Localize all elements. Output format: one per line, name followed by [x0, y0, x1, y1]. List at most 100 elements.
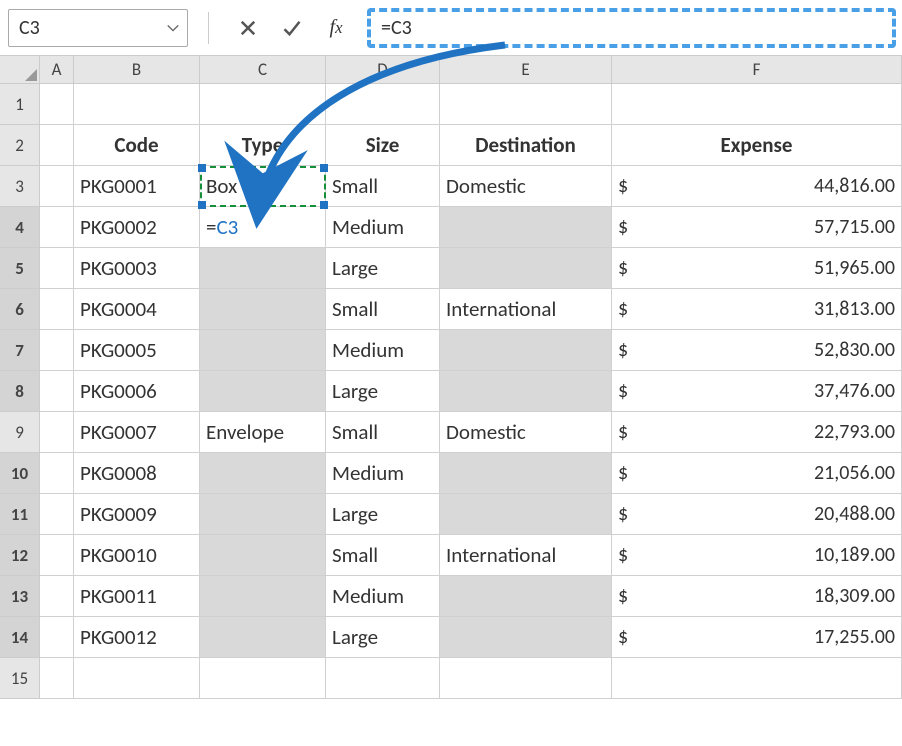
cell-type[interactable]: [200, 617, 326, 658]
cell-destination[interactable]: [440, 207, 612, 248]
cell[interactable]: [40, 166, 74, 207]
table-header[interactable]: Destination: [440, 125, 612, 166]
col-header-A[interactable]: A: [40, 56, 74, 84]
cell-destination[interactable]: [440, 371, 612, 412]
name-box[interactable]: C3: [8, 9, 188, 47]
col-header-D[interactable]: D: [326, 56, 440, 84]
cell-destination[interactable]: [440, 84, 612, 125]
cell[interactable]: [40, 125, 74, 166]
cell[interactable]: [40, 371, 74, 412]
cell[interactable]: [40, 617, 74, 658]
cell-destination[interactable]: International: [440, 289, 612, 330]
cell-code[interactable]: PKG0007: [74, 412, 200, 453]
cell-code[interactable]: [74, 84, 200, 125]
cell-size[interactable]: Small: [326, 166, 440, 207]
cell[interactable]: [40, 84, 74, 125]
cell-destination[interactable]: [440, 576, 612, 617]
cell-size[interactable]: [326, 658, 440, 699]
row-header[interactable]: 13: [0, 576, 40, 617]
cell-code[interactable]: PKG0005: [74, 330, 200, 371]
cell-type[interactable]: [200, 576, 326, 617]
spreadsheet-grid[interactable]: A B C D E F 12CodeTypeSizeDestinationExp…: [0, 56, 902, 699]
cell-expense[interactable]: $57,715.00: [612, 207, 902, 248]
cell-type[interactable]: Envelope: [200, 412, 326, 453]
cell-size[interactable]: Small: [326, 412, 440, 453]
cell-destination[interactable]: [440, 617, 612, 658]
cell-size[interactable]: Medium: [326, 330, 440, 371]
row-header[interactable]: 11: [0, 494, 40, 535]
col-header-C[interactable]: C: [200, 56, 326, 84]
row-header[interactable]: 10: [0, 453, 40, 494]
cell-type[interactable]: [200, 535, 326, 576]
cell-expense[interactable]: $51,965.00: [612, 248, 902, 289]
cell-destination[interactable]: [440, 658, 612, 699]
cell-destination[interactable]: [440, 330, 612, 371]
row-header[interactable]: 2: [0, 125, 40, 166]
row-header[interactable]: 8: [0, 371, 40, 412]
row-header[interactable]: 3: [0, 166, 40, 207]
cell-expense[interactable]: $18,309.00: [612, 576, 902, 617]
col-header-B[interactable]: B: [74, 56, 200, 84]
cell-destination[interactable]: Domestic: [440, 166, 612, 207]
insert-function-button[interactable]: fx: [317, 9, 355, 47]
cell-type[interactable]: [200, 84, 326, 125]
cell-expense[interactable]: $20,488.00: [612, 494, 902, 535]
row-header[interactable]: 6: [0, 289, 40, 330]
cell-size[interactable]: [326, 84, 440, 125]
cell-size[interactable]: Large: [326, 248, 440, 289]
cell[interactable]: [40, 494, 74, 535]
row-header[interactable]: 4: [0, 207, 40, 248]
cell[interactable]: [40, 248, 74, 289]
cell-code[interactable]: PKG0009: [74, 494, 200, 535]
cell-size[interactable]: Medium: [326, 576, 440, 617]
cell[interactable]: [40, 330, 74, 371]
cell-expense[interactable]: $52,830.00: [612, 330, 902, 371]
cell-type[interactable]: [200, 494, 326, 535]
cell[interactable]: [40, 412, 74, 453]
cell-size[interactable]: Medium: [326, 207, 440, 248]
cell-expense[interactable]: [612, 84, 902, 125]
row-header[interactable]: 7: [0, 330, 40, 371]
cell-size[interactable]: Small: [326, 289, 440, 330]
cell-code[interactable]: PKG0004: [74, 289, 200, 330]
cell-type[interactable]: [200, 371, 326, 412]
name-box-dropdown-icon[interactable]: [159, 10, 187, 46]
cell-type[interactable]: [200, 658, 326, 699]
cell[interactable]: [40, 207, 74, 248]
cell-destination[interactable]: [440, 248, 612, 289]
formula-input[interactable]: =C3: [367, 8, 896, 48]
row-header[interactable]: 5: [0, 248, 40, 289]
col-header-F[interactable]: F: [612, 56, 902, 84]
cell[interactable]: [40, 576, 74, 617]
select-all-corner[interactable]: [0, 56, 40, 84]
cell-destination[interactable]: International: [440, 535, 612, 576]
table-header[interactable]: Expense: [612, 125, 902, 166]
cell-code[interactable]: PKG0010: [74, 535, 200, 576]
cell-destination[interactable]: [440, 494, 612, 535]
cell-size[interactable]: Medium: [326, 453, 440, 494]
cell-type[interactable]: [200, 453, 326, 494]
cell-code[interactable]: PKG0001: [74, 166, 200, 207]
cell-code[interactable]: PKG0012: [74, 617, 200, 658]
cell-code[interactable]: PKG0002: [74, 207, 200, 248]
row-header[interactable]: 15: [0, 658, 40, 699]
cell-expense[interactable]: $21,056.00: [612, 453, 902, 494]
cell-size[interactable]: Large: [326, 494, 440, 535]
cell-type[interactable]: [200, 248, 326, 289]
cell[interactable]: [40, 535, 74, 576]
cell-code[interactable]: PKG0006: [74, 371, 200, 412]
cell-size[interactable]: Large: [326, 617, 440, 658]
cell-code[interactable]: PKG0008: [74, 453, 200, 494]
cell[interactable]: [40, 658, 74, 699]
cell-expense[interactable]: [612, 658, 902, 699]
table-header[interactable]: Code: [74, 125, 200, 166]
cell-expense[interactable]: $37,476.00: [612, 371, 902, 412]
row-header[interactable]: 14: [0, 617, 40, 658]
cell-code[interactable]: PKG0011: [74, 576, 200, 617]
table-header[interactable]: Type: [200, 125, 326, 166]
row-header[interactable]: 12: [0, 535, 40, 576]
cell-expense[interactable]: $10,189.00: [612, 535, 902, 576]
accept-button[interactable]: [273, 9, 311, 47]
cell-expense[interactable]: $17,255.00: [612, 617, 902, 658]
cell-type[interactable]: [200, 289, 326, 330]
